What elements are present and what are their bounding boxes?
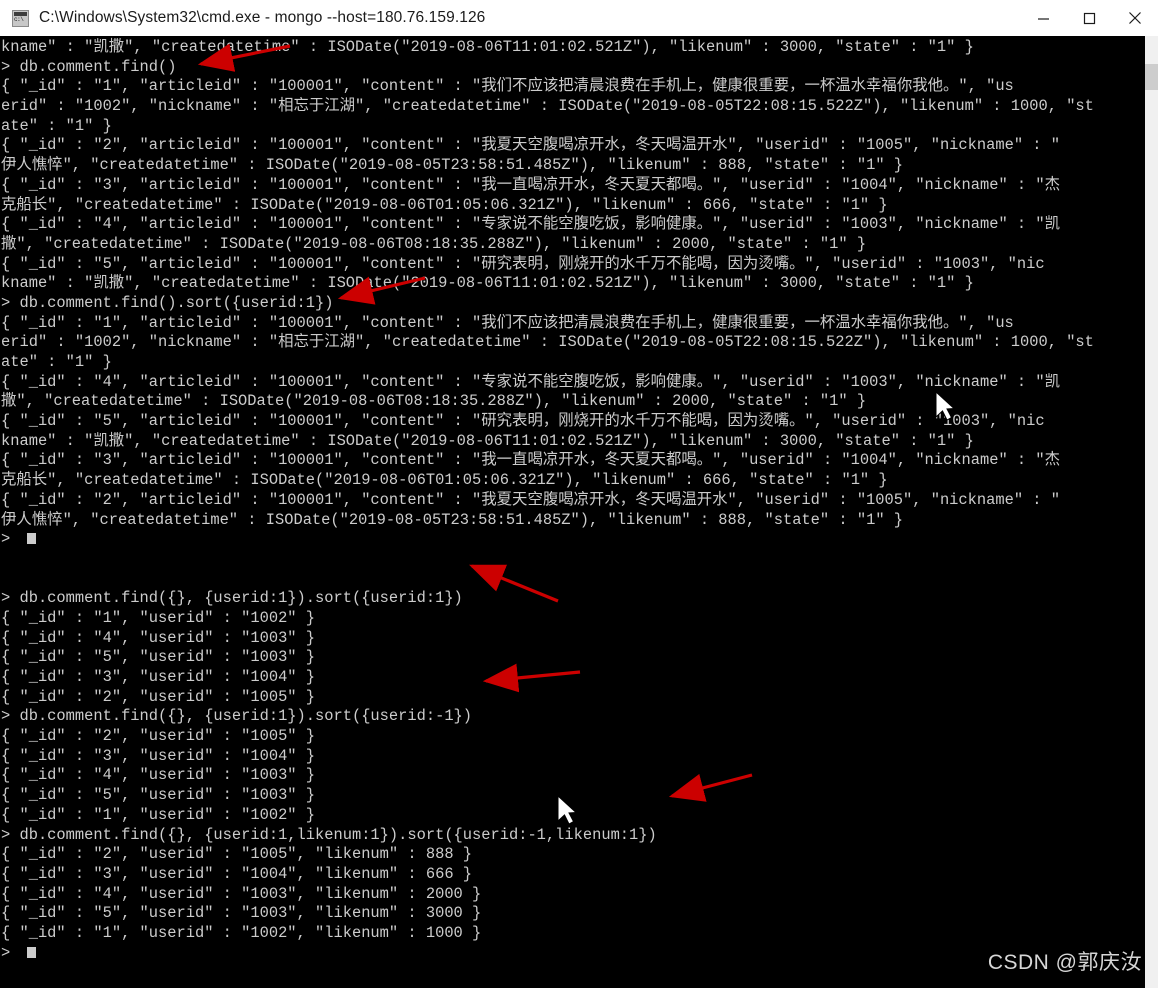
terminal-line: kname" : "凯撒", "createdatetime" : ISODat… <box>1 38 974 56</box>
terminal-line: ate" : "1" } <box>1 353 112 371</box>
terminal-line: { "_id" : "5", "articleid" : "100001", "… <box>1 412 1045 431</box>
terminal-line: { "_id" : "4", "articleid" : "100001", "… <box>1 372 1061 391</box>
console-scrollbar[interactable] <box>1145 36 1158 988</box>
terminal-line: { "_id" : "4", "userid" : "1003", "liken… <box>1 884 482 903</box>
maximize-icon[interactable] <box>1066 1 1112 36</box>
terminal-line: 伊人憔悴", "createdatetime" : ISODate("2019-… <box>1 156 904 175</box>
terminal-line: { "_id" : "1", "articleid" : "100001", "… <box>1 77 1014 96</box>
terminal-line: > db.comment.find({}, {userid:1}).sort({… <box>1 707 473 726</box>
terminal-line: > db.comment.find() <box>1 57 177 76</box>
minimize-icon[interactable] <box>1020 1 1066 36</box>
terminal-cursor <box>27 533 37 545</box>
window-title: C:\Windows\System32\cmd.exe - mongo --ho… <box>39 9 486 26</box>
terminal-line: kname" : "凯撒", "createdatetime" : ISODat… <box>1 274 974 293</box>
terminal-cursor <box>27 946 37 958</box>
window-titlebar[interactable]: C:\Windows\System32\cmd.exe - mongo --ho… <box>0 0 1158 37</box>
terminal-line: erid" : "1002", "nickname" : "相忘于江湖", "c… <box>1 333 1094 352</box>
terminal-line: { "_id" : "1", "articleid" : "100001", "… <box>1 313 1014 332</box>
terminal-line: { "_id" : "5", "userid" : "1003" } <box>1 648 316 667</box>
terminal-line: { "_id" : "1", "userid" : "1002", "liken… <box>1 923 482 942</box>
terminal-line: > db.comment.find().sort({userid:1}) <box>1 293 334 312</box>
cmd-icon <box>12 9 29 27</box>
terminal-line: ate" : "1" } <box>1 116 112 135</box>
terminal-line: 撒", "createdatetime" : ISODate("2019-08-… <box>1 392 867 411</box>
scrollbar-thumb[interactable] <box>1145 64 1158 90</box>
terminal-line: > <box>1 530 1146 550</box>
terminal-line: { "_id" : "3", "articleid" : "100001", "… <box>1 175 1061 194</box>
terminal-line: > db.comment.find({}, {userid:1,likenum:… <box>1 825 657 844</box>
terminal-line: { "_id" : "2", "userid" : "1005" } <box>1 687 316 706</box>
scrollbar-track[interactable] <box>1145 36 1158 988</box>
terminal-line: { "_id" : "1", "userid" : "1002" } <box>1 608 316 627</box>
terminal-line: { "_id" : "2", "userid" : "1005", "liken… <box>1 845 473 864</box>
terminal-line: { "_id" : "5", "articleid" : "100001", "… <box>1 254 1045 273</box>
terminal-line: { "_id" : "5", "userid" : "1003" } <box>1 786 316 805</box>
terminal-line: { "_id" : "4", "articleid" : "100001", "… <box>1 215 1061 234</box>
terminal-line: kname" : "凯撒", "createdatetime" : ISODat… <box>1 431 974 450</box>
terminal-line: > <box>1 944 1146 964</box>
terminal-line: { "_id" : "3", "userid" : "1004" } <box>1 668 316 686</box>
terminal-line: 克船长", "createdatetime" : ISODate("2019-0… <box>1 195 888 214</box>
terminal-line: 克船长", "createdatetime" : ISODate("2019-0… <box>1 471 888 490</box>
terminal-line: { "_id" : "2", "articleid" : "100001", "… <box>1 490 1061 509</box>
close-icon[interactable] <box>1112 1 1158 36</box>
console-output-area[interactable]: kname" : "凯撒", "createdatetime" : ISODat… <box>0 36 1158 988</box>
terminal-line: { "_id" : "2", "userid" : "1005" } <box>1 727 316 746</box>
terminal-line: { "_id" : "1", "userid" : "1002" } <box>1 805 316 824</box>
terminal-line: { "_id" : "3", "userid" : "1004", "liken… <box>1 864 473 883</box>
csdn-watermark: CSDN @郭庆汝 <box>987 951 1142 974</box>
terminal-line: > db.comment.find({}, {userid:1}).sort({… <box>1 589 463 608</box>
terminal-line: { "_id" : "3", "userid" : "1004" } <box>1 746 316 765</box>
cmd-window: C:\Windows\System32\cmd.exe - mongo --ho… <box>0 0 1158 988</box>
terminal-line: 撒", "createdatetime" : ISODate("2019-08-… <box>1 234 867 253</box>
terminal-line: 伊人憔悴", "createdatetime" : ISODate("2019-… <box>1 510 904 529</box>
terminal-line: { "_id" : "3", "articleid" : "100001", "… <box>1 451 1061 470</box>
terminal-line: { "_id" : "4", "userid" : "1003" } <box>1 628 316 647</box>
terminal-line: { "_id" : "5", "userid" : "1003", "liken… <box>1 904 482 923</box>
terminal-line: erid" : "1002", "nickname" : "相忘于江湖", "c… <box>1 97 1094 116</box>
terminal-line: { "_id" : "2", "articleid" : "100001", "… <box>1 136 1061 155</box>
terminal-text: kname" : "凯撒", "createdatetime" : ISODat… <box>1 38 1146 963</box>
terminal-line: { "_id" : "4", "userid" : "1003" } <box>1 766 316 785</box>
